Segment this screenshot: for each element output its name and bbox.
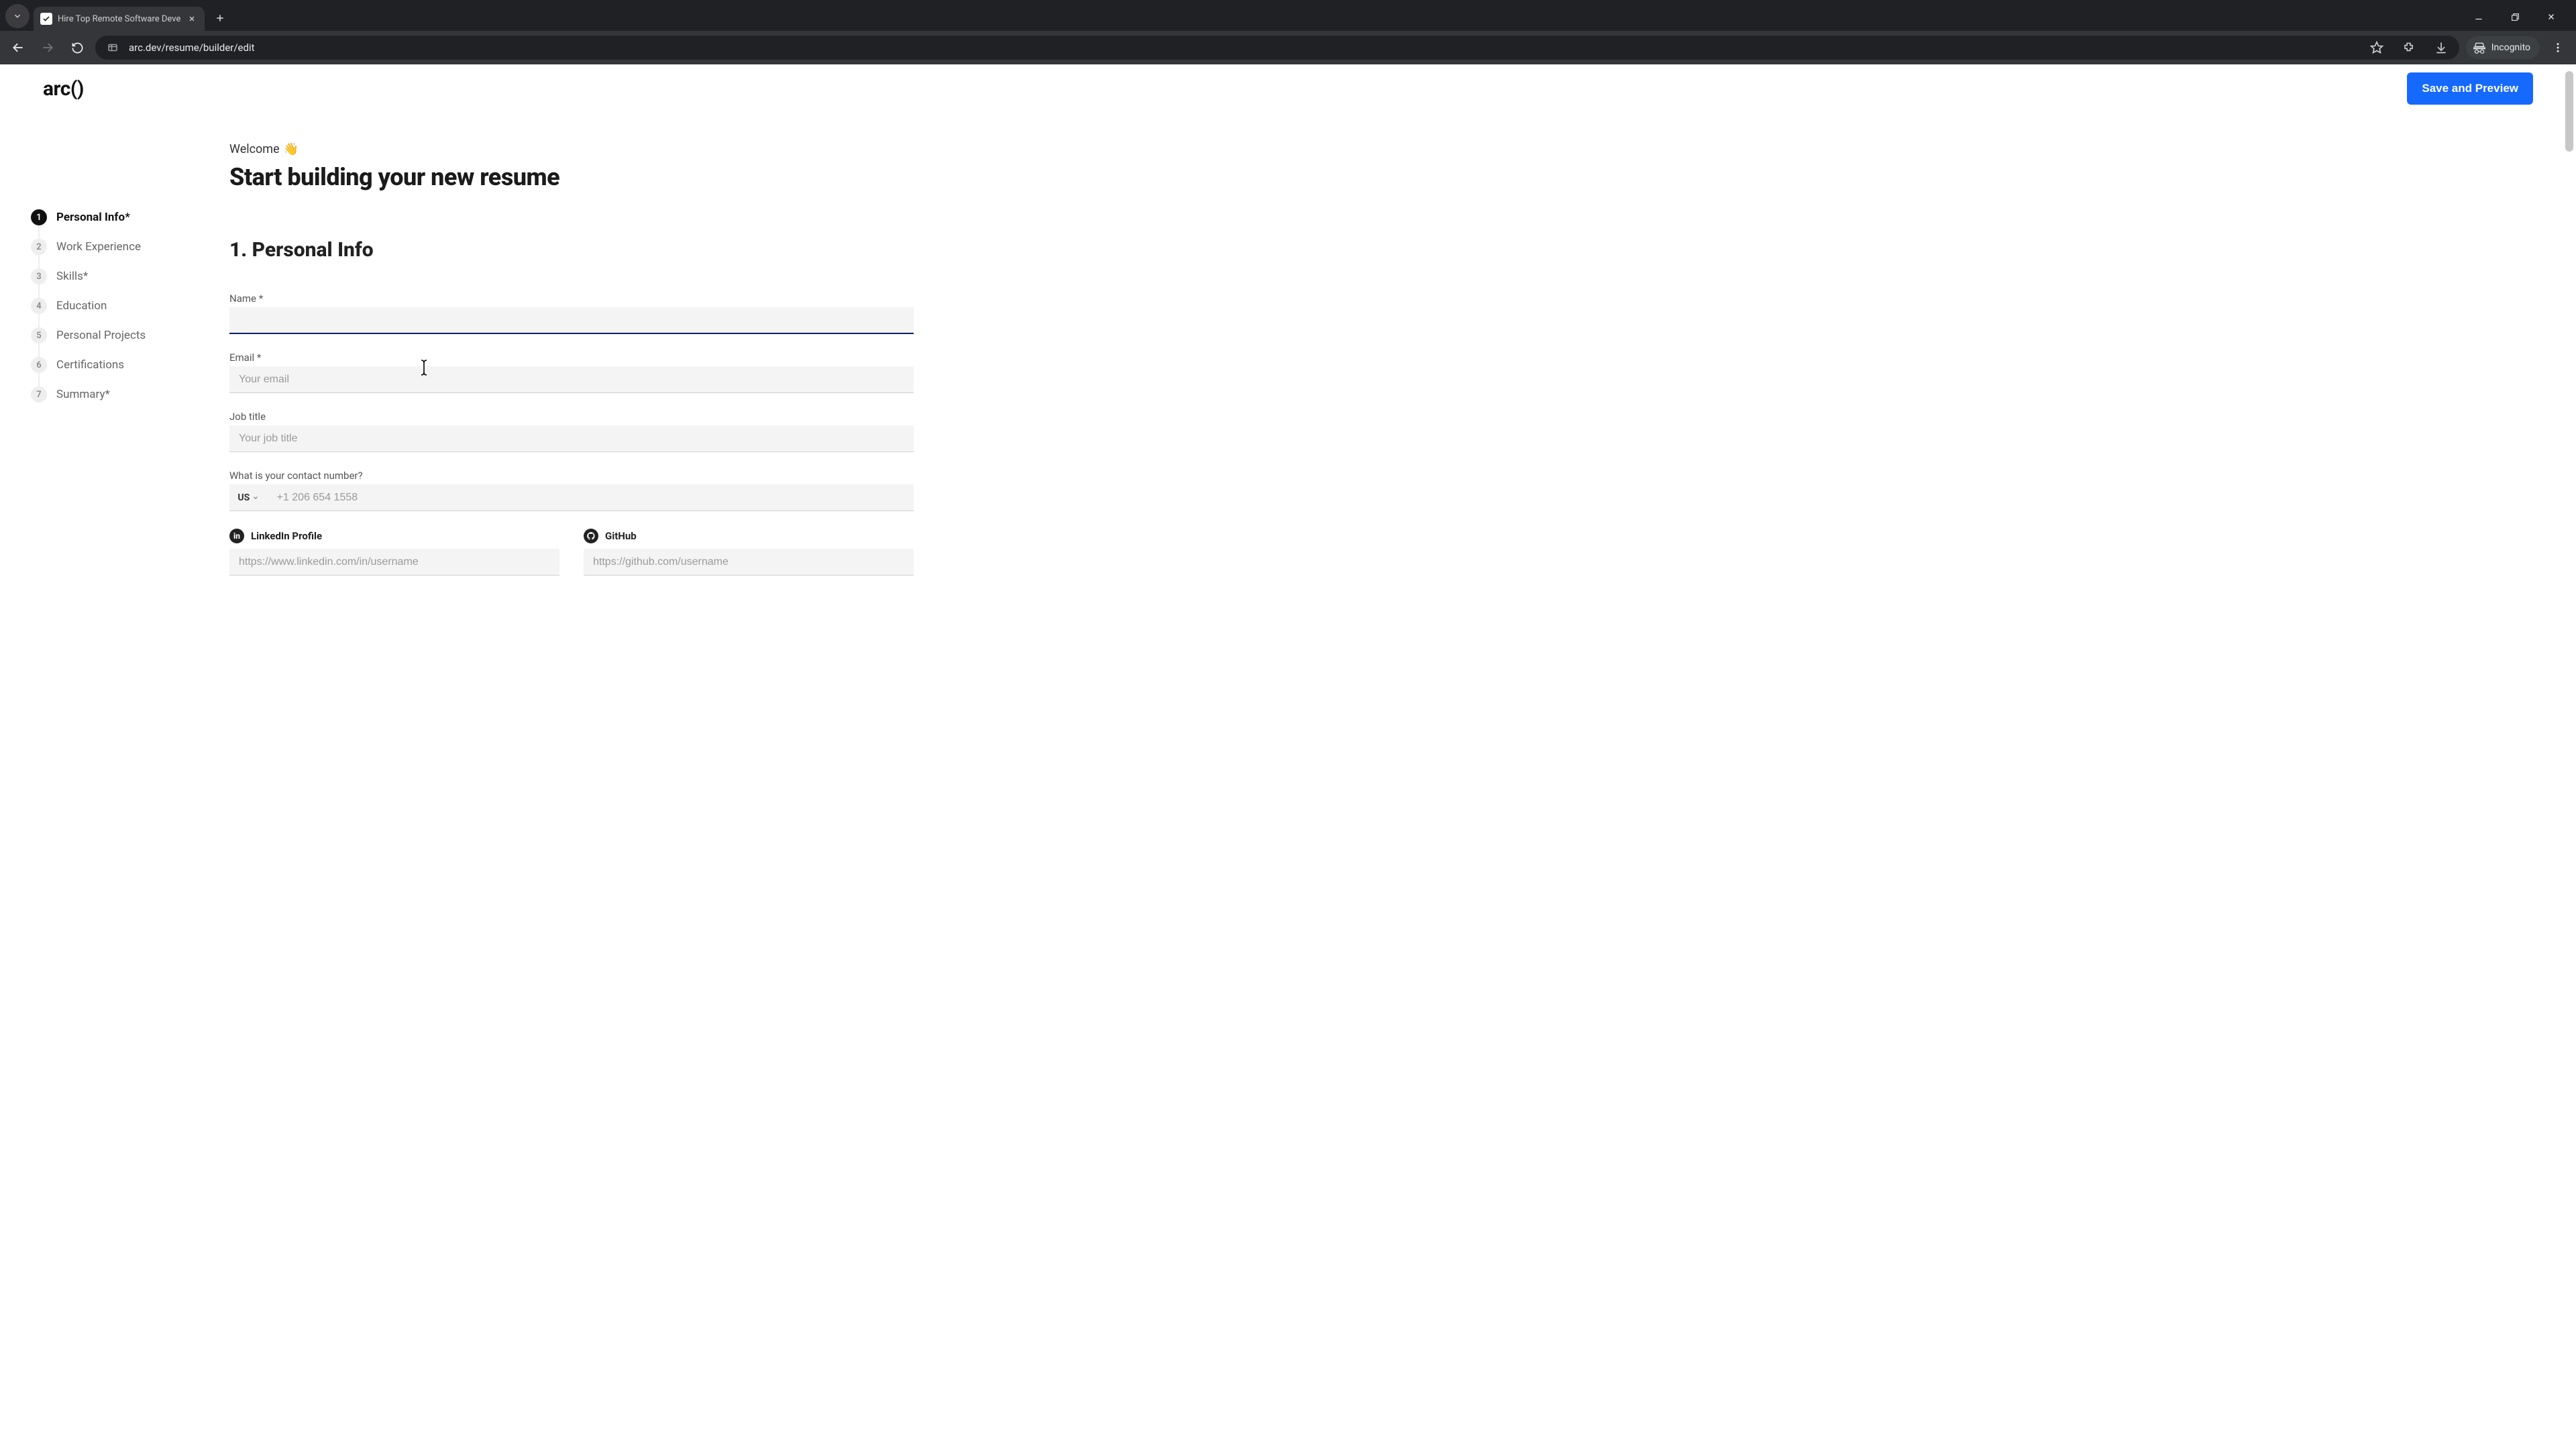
main-content: Welcome 👋 Start building your new resume… xyxy=(229,113,914,576)
step-label: Certifications xyxy=(56,358,124,372)
window-controls xyxy=(2469,7,2571,31)
browser-toolbar: arc.dev/resume/builder/edit Incognito xyxy=(0,31,2576,64)
sidebar-item-summary[interactable]: 7 Summary* xyxy=(31,380,219,409)
step-label: Work Experience xyxy=(56,240,141,254)
sidebar-item-personal-info[interactable]: 1 Personal Info* xyxy=(31,203,219,232)
phone-label: What is your contact number? xyxy=(229,470,914,482)
window-close-icon[interactable] xyxy=(2541,7,2561,27)
chevron-down-icon xyxy=(252,494,259,501)
step-number: 5 xyxy=(31,327,47,343)
phone-input[interactable] xyxy=(268,484,914,511)
github-label: GitHub xyxy=(605,530,637,542)
scrollbar-thumb[interactable] xyxy=(2565,71,2573,152)
email-input[interactable] xyxy=(229,366,914,393)
extensions-icon[interactable] xyxy=(2399,38,2419,58)
name-label: Name * xyxy=(229,292,914,305)
welcome-text: Welcome 👋 xyxy=(229,142,914,156)
page-headline: Start building your new resume xyxy=(229,163,914,191)
tab-search-button[interactable] xyxy=(5,4,30,28)
name-field-group: Name * xyxy=(229,292,914,334)
resume-steps-sidebar: 1 Personal Info* 2 Work Experience 3 Ski… xyxy=(31,113,219,576)
site-info-icon[interactable] xyxy=(103,38,122,57)
window-minimize-icon[interactable] xyxy=(2469,7,2489,27)
bookmark-icon[interactable] xyxy=(2367,38,2387,58)
wave-icon: 👋 xyxy=(284,142,299,156)
new-tab-button[interactable] xyxy=(210,8,230,28)
linkedin-label: LinkedIn Profile xyxy=(251,530,322,542)
url-text: arc.dev/resume/builder/edit xyxy=(129,42,2360,54)
forward-button[interactable] xyxy=(36,36,59,59)
github-icon xyxy=(584,529,598,543)
tab-title: Hire Top Remote Software Deve xyxy=(58,14,180,24)
sidebar-item-skills[interactable]: 3 Skills* xyxy=(31,262,219,291)
save-and-preview-button[interactable]: Save and Preview xyxy=(2407,72,2533,105)
downloads-icon[interactable] xyxy=(2431,38,2451,58)
github-input[interactable] xyxy=(584,549,914,576)
jobtitle-input[interactable] xyxy=(229,425,914,452)
back-button[interactable] xyxy=(7,36,30,59)
linkedin-input[interactable] xyxy=(229,549,559,576)
step-label: Education xyxy=(56,299,107,313)
app-header: arc() Save and Preview xyxy=(0,64,2576,113)
logo[interactable]: arc() xyxy=(43,77,84,101)
step-number: 2 xyxy=(31,239,47,255)
sidebar-item-personal-projects[interactable]: 5 Personal Projects xyxy=(31,321,219,350)
name-input[interactable] xyxy=(229,307,914,334)
section-title: 1. Personal Info xyxy=(229,238,914,262)
step-label: Skills* xyxy=(56,270,88,283)
page-viewport: arc() Save and Preview 1 Personal Info* … xyxy=(0,64,2576,1449)
linkedin-field-group: in LinkedIn Profile xyxy=(229,529,559,576)
sidebar-item-certifications[interactable]: 6 Certifications xyxy=(31,350,219,380)
tabstrip: Hire Top Remote Software Deve xyxy=(0,0,2576,31)
step-label: Personal Projects xyxy=(56,329,146,342)
step-number: 7 xyxy=(31,386,47,402)
personal-info-form: Name * Email * xyxy=(229,292,914,576)
window-maximize-icon[interactable] xyxy=(2505,7,2525,27)
step-number: 3 xyxy=(31,268,47,284)
linkedin-icon: in xyxy=(229,529,244,543)
email-label: Email * xyxy=(229,352,914,364)
phone-field-group: What is your contact number? US xyxy=(229,470,914,511)
tab-favicon xyxy=(40,13,52,25)
reload-button[interactable] xyxy=(66,36,89,59)
sidebar-item-work-experience[interactable]: 2 Work Experience xyxy=(31,232,219,262)
tab-close-icon[interactable] xyxy=(186,13,198,25)
jobtitle-label: Job title xyxy=(229,411,914,423)
step-number: 4 xyxy=(31,298,47,314)
address-bar[interactable]: arc.dev/resume/builder/edit xyxy=(95,36,2459,60)
github-field-group: GitHub xyxy=(584,529,914,576)
step-label: Personal Info* xyxy=(56,211,130,224)
sidebar-item-education[interactable]: 4 Education xyxy=(31,291,219,321)
incognito-label: Incognito xyxy=(2491,42,2530,53)
email-field-group: Email * xyxy=(229,352,914,393)
step-number: 1 xyxy=(31,209,47,225)
country-code-select[interactable]: US xyxy=(229,484,268,511)
step-label: Summary* xyxy=(56,388,110,401)
browser-tab[interactable]: Hire Top Remote Software Deve xyxy=(34,7,205,31)
incognito-chip[interactable]: Incognito xyxy=(2466,36,2540,59)
step-number: 6 xyxy=(31,357,47,373)
jobtitle-field-group: Job title xyxy=(229,411,914,452)
browser-menu-icon[interactable] xyxy=(2546,36,2569,59)
scrollbar[interactable] xyxy=(2565,64,2575,1449)
incognito-icon xyxy=(2473,41,2486,54)
